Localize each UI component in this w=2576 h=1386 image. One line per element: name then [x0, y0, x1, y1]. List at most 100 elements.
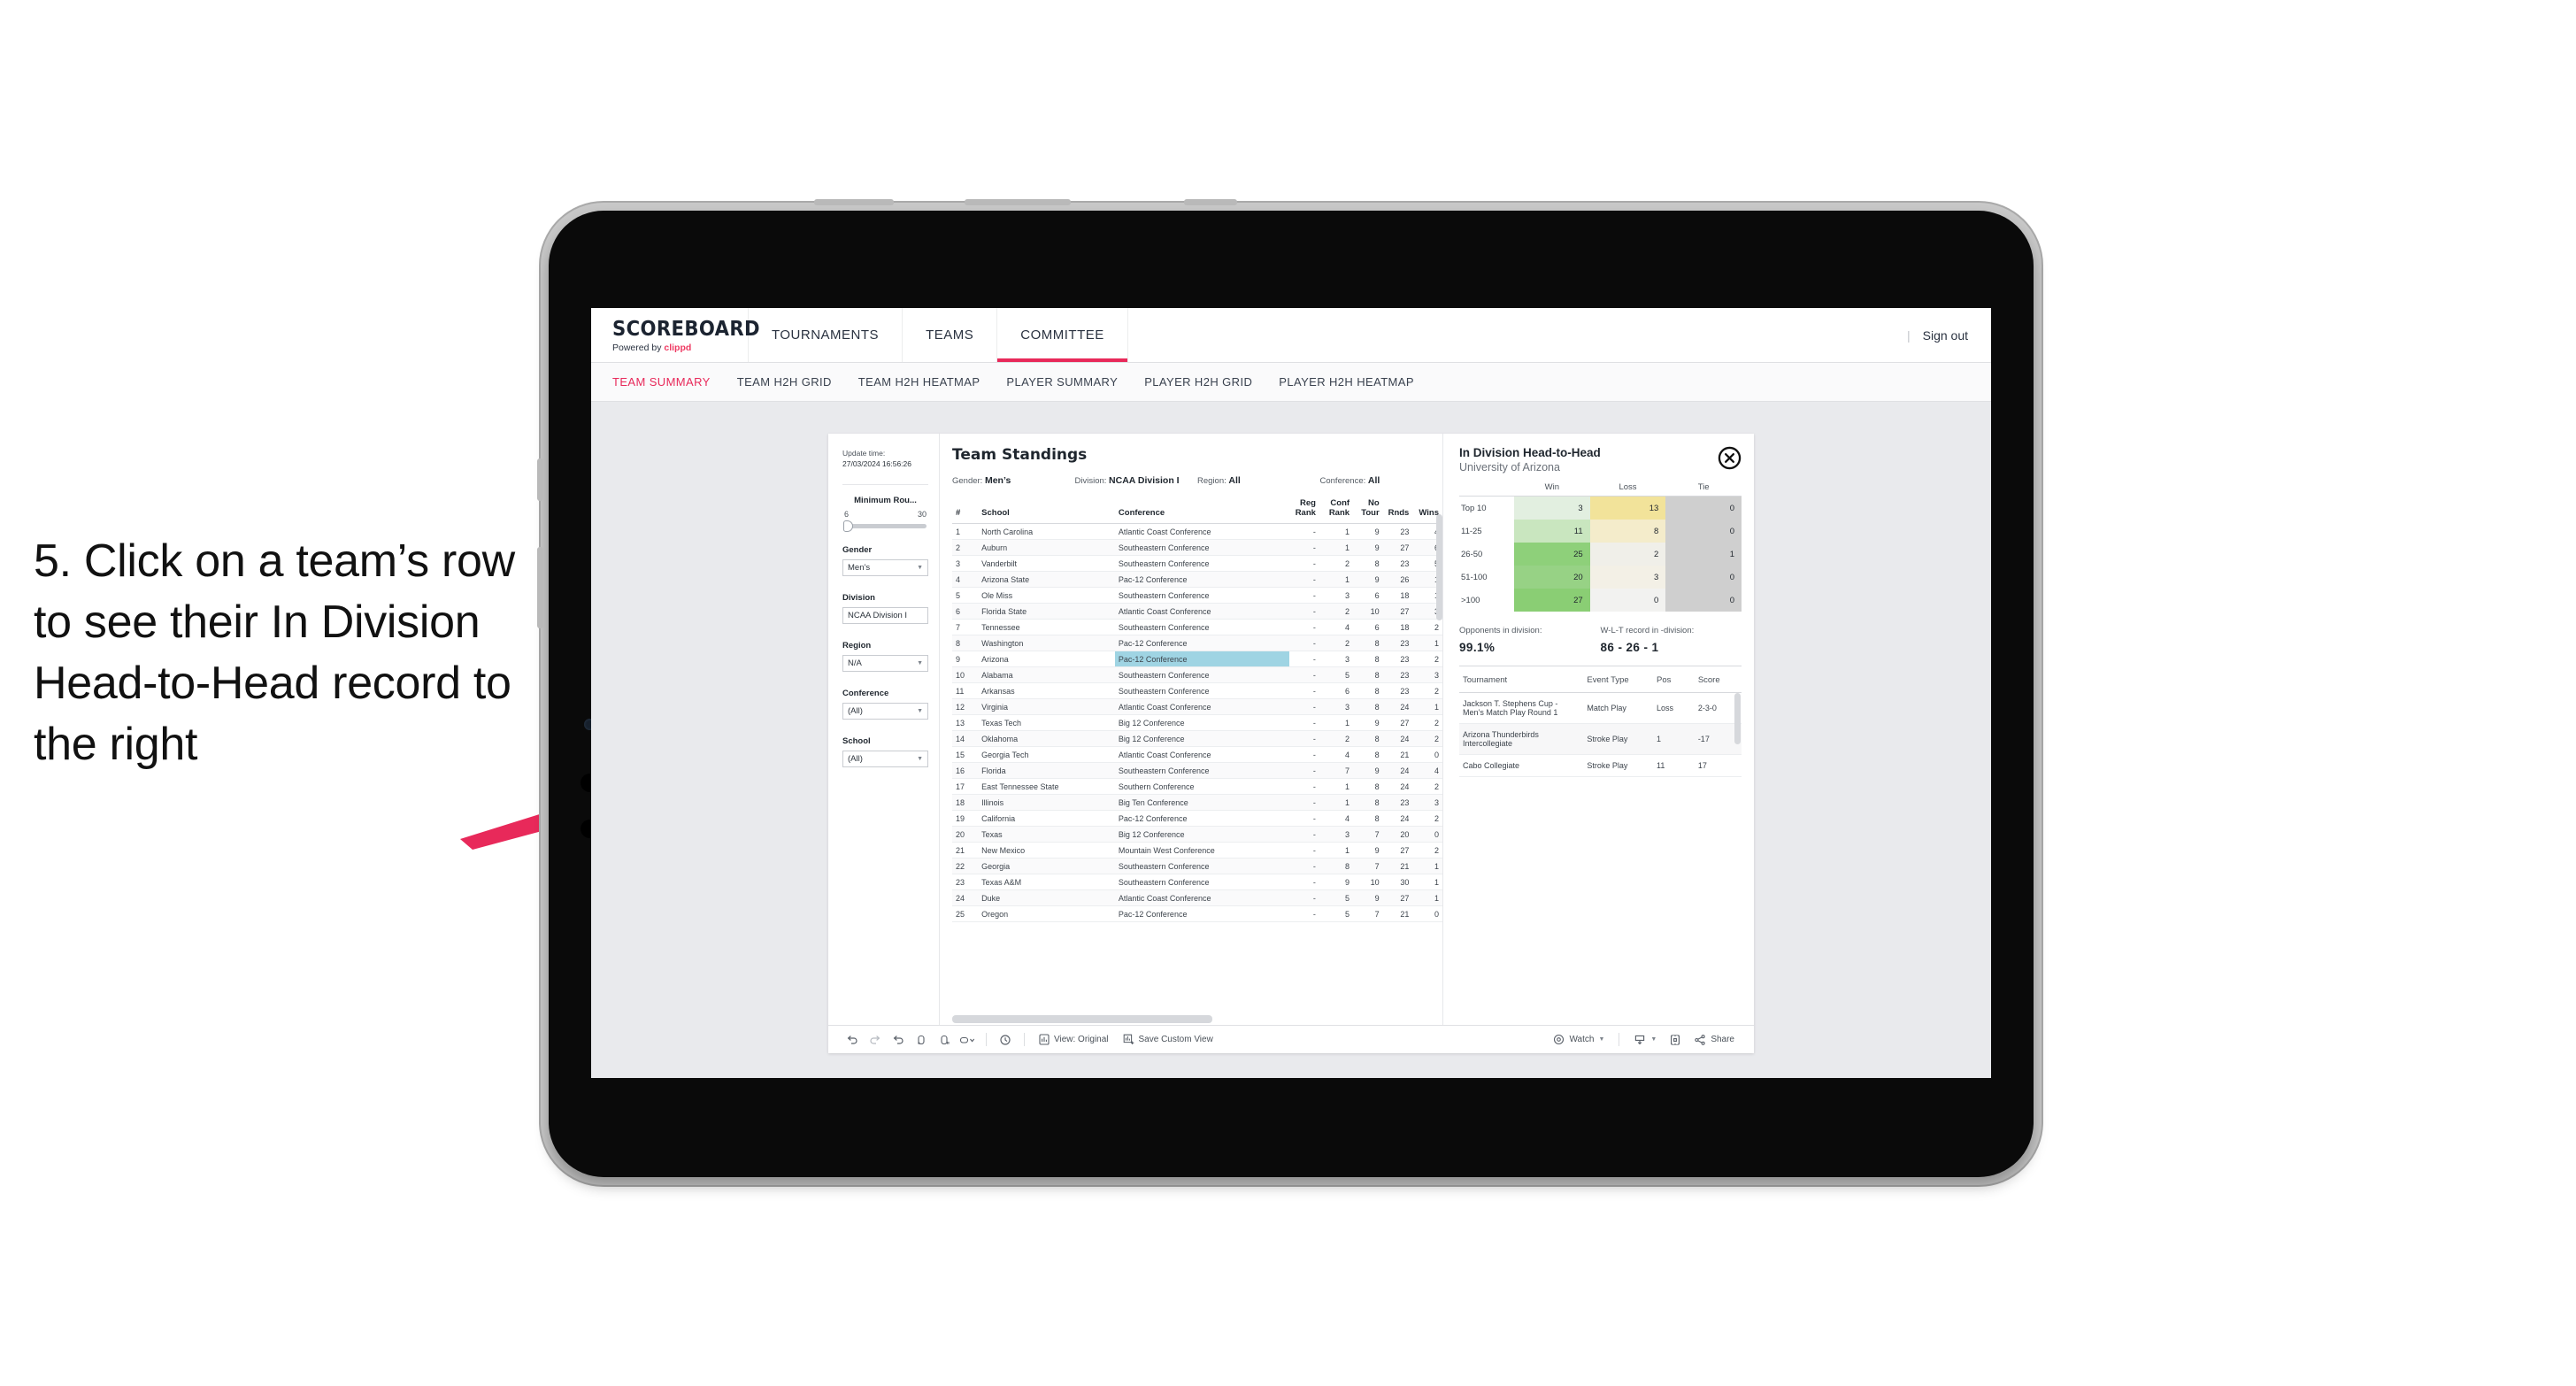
- table-row[interactable]: 18 Illinois Big Ten Conference -1 8 23 3: [952, 794, 1442, 811]
- top-navigation-bar: SCOREBOARD Powered by clippd TOURNAMENTS…: [591, 308, 1991, 363]
- tab-team-summary[interactable]: TEAM SUMMARY: [612, 375, 711, 389]
- view-original-button[interactable]: View: Original: [1032, 1034, 1116, 1045]
- table-row[interactable]: 3VanderbiltSoutheastern Conference-28235: [952, 555, 1442, 572]
- sign-out-label: Sign out: [1922, 327, 1968, 343]
- topnav-item-committee[interactable]: COMMITTEE: [997, 308, 1128, 362]
- h2h-subtitle: University of Arizona: [1459, 461, 1560, 474]
- cell-reg-rank: -: [1289, 635, 1319, 651]
- fullscreen-button[interactable]: [1664, 1034, 1687, 1046]
- table-row[interactable]: 12 Virginia Atlantic Coast Conference -3 8 24…: [952, 698, 1442, 715]
- col-header-reg-rank[interactable]: Reg Rank: [1289, 498, 1319, 524]
- table-row[interactable]: 14 Oklahoma Big 12 Conference -2 8 24 2: [952, 730, 1442, 747]
- table-row[interactable]: 4Arizona StatePac-12 Conference-19261: [952, 571, 1442, 588]
- list-item[interactable]: Cabo Collegiate Stroke Play 11 17: [1459, 754, 1742, 777]
- col-header-conf-rank[interactable]: Conf Rank: [1319, 498, 1354, 524]
- cell-rnds: 30: [1382, 874, 1413, 890]
- tab-player-h2h-heatmap[interactable]: PLAYER H2H HEATMAP: [1279, 375, 1414, 389]
- topnav-item-teams[interactable]: TEAMS: [903, 308, 998, 362]
- table-row[interactable]: 9 Arizona Pac-12 Conference -3 8 23 2: [952, 651, 1442, 667]
- cell-conference: Big 12 Conference: [1114, 730, 1290, 747]
- division-select[interactable]: NCAA Division I: [842, 606, 928, 624]
- cell-rank: 15: [952, 746, 979, 763]
- table-row[interactable]: 16 Florida Southeastern Conference -7 9 24 4: [952, 762, 1442, 779]
- cell-reg-rank: -: [1289, 555, 1319, 572]
- table-row[interactable]: 7 Tennessee Southeastern Conference -4 6 18 2: [952, 619, 1442, 635]
- gender-value: Men’s: [848, 562, 871, 573]
- cell-conf-rank: 1: [1319, 778, 1354, 795]
- brand-logo[interactable]: SCOREBOARD Powered by clippd: [591, 308, 760, 362]
- watch-button[interactable]: Watch ▼: [1546, 1034, 1611, 1045]
- standings-horizontal-scrollbar-track[interactable]: [952, 1013, 1442, 1025]
- table-row[interactable]: 5Ole MissSoutheastern Conference-36181: [952, 587, 1442, 604]
- cell-wins: 2: [1412, 810, 1442, 827]
- region-select[interactable]: N/A ▼: [842, 654, 928, 672]
- chevron-down-icon: ▼: [917, 564, 923, 571]
- h2h-row-label: 11-25: [1459, 520, 1514, 543]
- min-rounds-slider[interactable]: [843, 520, 927, 532]
- table-row[interactable]: 25 Oregon Pac-12 Conference -5 7 21 0: [952, 905, 1442, 922]
- table-row[interactable]: 6 Florida State Atlantic Coast Conference -…: [952, 603, 1442, 620]
- cell-conference: Southeastern Conference: [1114, 619, 1290, 635]
- cell-rank: 6: [952, 603, 979, 620]
- tab-team-h2h-grid[interactable]: TEAM H2H GRID: [737, 375, 832, 389]
- table-row[interactable]: 21 New Mexico Mountain West Conference -1 9 2…: [952, 842, 1442, 859]
- col-header-rank[interactable]: #: [952, 498, 979, 524]
- sign-out-button[interactable]: | Sign out: [1907, 308, 1991, 362]
- tab-player-h2h-grid[interactable]: PLAYER H2H GRID: [1144, 375, 1252, 389]
- refresh-data-icon[interactable]: [910, 1034, 933, 1046]
- tourn-col-header-pos[interactable]: Pos: [1653, 668, 1695, 693]
- alert-clock-icon[interactable]: [994, 1034, 1017, 1046]
- gender-select[interactable]: Men’s ▼: [842, 558, 928, 576]
- close-circle-icon[interactable]: [1718, 446, 1742, 470]
- pause-updates-icon[interactable]: [933, 1034, 956, 1046]
- col-header-no-tour[interactable]: No Tour: [1353, 498, 1383, 524]
- tourn-col-header-score[interactable]: Score: [1694, 668, 1742, 693]
- cell-no-tour: 8: [1353, 746, 1383, 763]
- download-button[interactable]: ▼: [1626, 1034, 1664, 1046]
- revert-icon[interactable]: [887, 1034, 910, 1046]
- cell-rank: 24: [952, 889, 979, 906]
- save-custom-view-button[interactable]: Save Custom View: [1116, 1034, 1220, 1045]
- table-row[interactable]: 1 North Carolina Atlantic Coast Conference…: [952, 523, 1442, 540]
- cell-conf-rank: 5: [1319, 905, 1354, 922]
- list-item[interactable]: Arizona Thunderbirds Intercollegiate Stro…: [1459, 723, 1742, 755]
- share-button[interactable]: Share: [1687, 1034, 1742, 1046]
- table-row[interactable]: 22 Georgia Southeastern Conference -8 7 21 1: [952, 858, 1442, 874]
- tab-team-h2h-heatmap[interactable]: TEAM H2H HEATMAP: [858, 375, 980, 389]
- topnav-item-tournaments[interactable]: TOURNAMENTS: [749, 308, 904, 362]
- table-row[interactable]: 10 Alabama Southeastern Conference -5 8 23 3: [952, 666, 1442, 683]
- tournaments-vertical-scrollbar[interactable]: [1734, 693, 1741, 744]
- min-rounds-slider-handle[interactable]: [843, 520, 853, 532]
- undo-icon[interactable]: [841, 1034, 864, 1046]
- tourn-col-header-type[interactable]: Event Type: [1583, 668, 1654, 693]
- tab-player-summary[interactable]: PLAYER SUMMARY: [1006, 375, 1118, 389]
- cell-wins: 2: [1412, 651, 1442, 667]
- list-item[interactable]: Jackson T. Stephens Cup - Men’s Match Pl…: [1459, 692, 1742, 724]
- redo-icon[interactable]: [864, 1034, 887, 1046]
- col-header-school[interactable]: School: [978, 498, 1115, 524]
- table-row[interactable]: 11 Arkansas Southeastern Conference -6 8 23 2: [952, 682, 1442, 699]
- highlight-icon[interactable]: [956, 1034, 979, 1046]
- standings-vertical-scrollbar[interactable]: [1436, 514, 1442, 620]
- col-header-rnds[interactable]: Rnds: [1382, 498, 1413, 524]
- cell-school: New Mexico: [978, 842, 1115, 859]
- conference-select[interactable]: (All) ▼: [842, 702, 928, 720]
- table-row[interactable]: 23 Texas A&M Southeastern Conference -9 10 30…: [952, 874, 1442, 890]
- tourn-col-header-name[interactable]: Tournament: [1459, 668, 1584, 693]
- h2h-row-label: 26-50: [1459, 543, 1514, 566]
- col-header-conference[interactable]: Conference: [1114, 498, 1290, 524]
- table-row[interactable]: 20 Texas Big 12 Conference -3 7 20 0: [952, 826, 1442, 843]
- table-row[interactable]: 19 California Pac-12 Conference -4 8 24 2: [952, 810, 1442, 827]
- cell-school: Georgia: [978, 858, 1115, 874]
- table-row[interactable]: 17 East Tennessee State Southern Conferenc…: [952, 778, 1442, 795]
- download-icon: [1635, 1035, 1645, 1044]
- table-row[interactable]: 2AuburnSoutheastern Conference-19276: [952, 539, 1442, 556]
- table-row[interactable]: 15 Georgia Tech Atlantic Coast Conference -…: [952, 746, 1442, 763]
- table-row[interactable]: 13 Texas Tech Big 12 Conference -1 9 27 2: [952, 714, 1442, 731]
- cell-conference: Southern Conference: [1114, 778, 1290, 795]
- filter-summary-region-value: All: [1228, 475, 1241, 486]
- table-row[interactable]: 8 Washington Pac-12 Conference -2 8 23 1: [952, 635, 1442, 651]
- school-select[interactable]: (All) ▼: [842, 750, 928, 767]
- table-row[interactable]: 24 Duke Atlantic Coast Conference -5 9 27 1: [952, 889, 1442, 906]
- standings-horizontal-scrollbar-thumb[interactable]: [952, 1014, 1212, 1023]
